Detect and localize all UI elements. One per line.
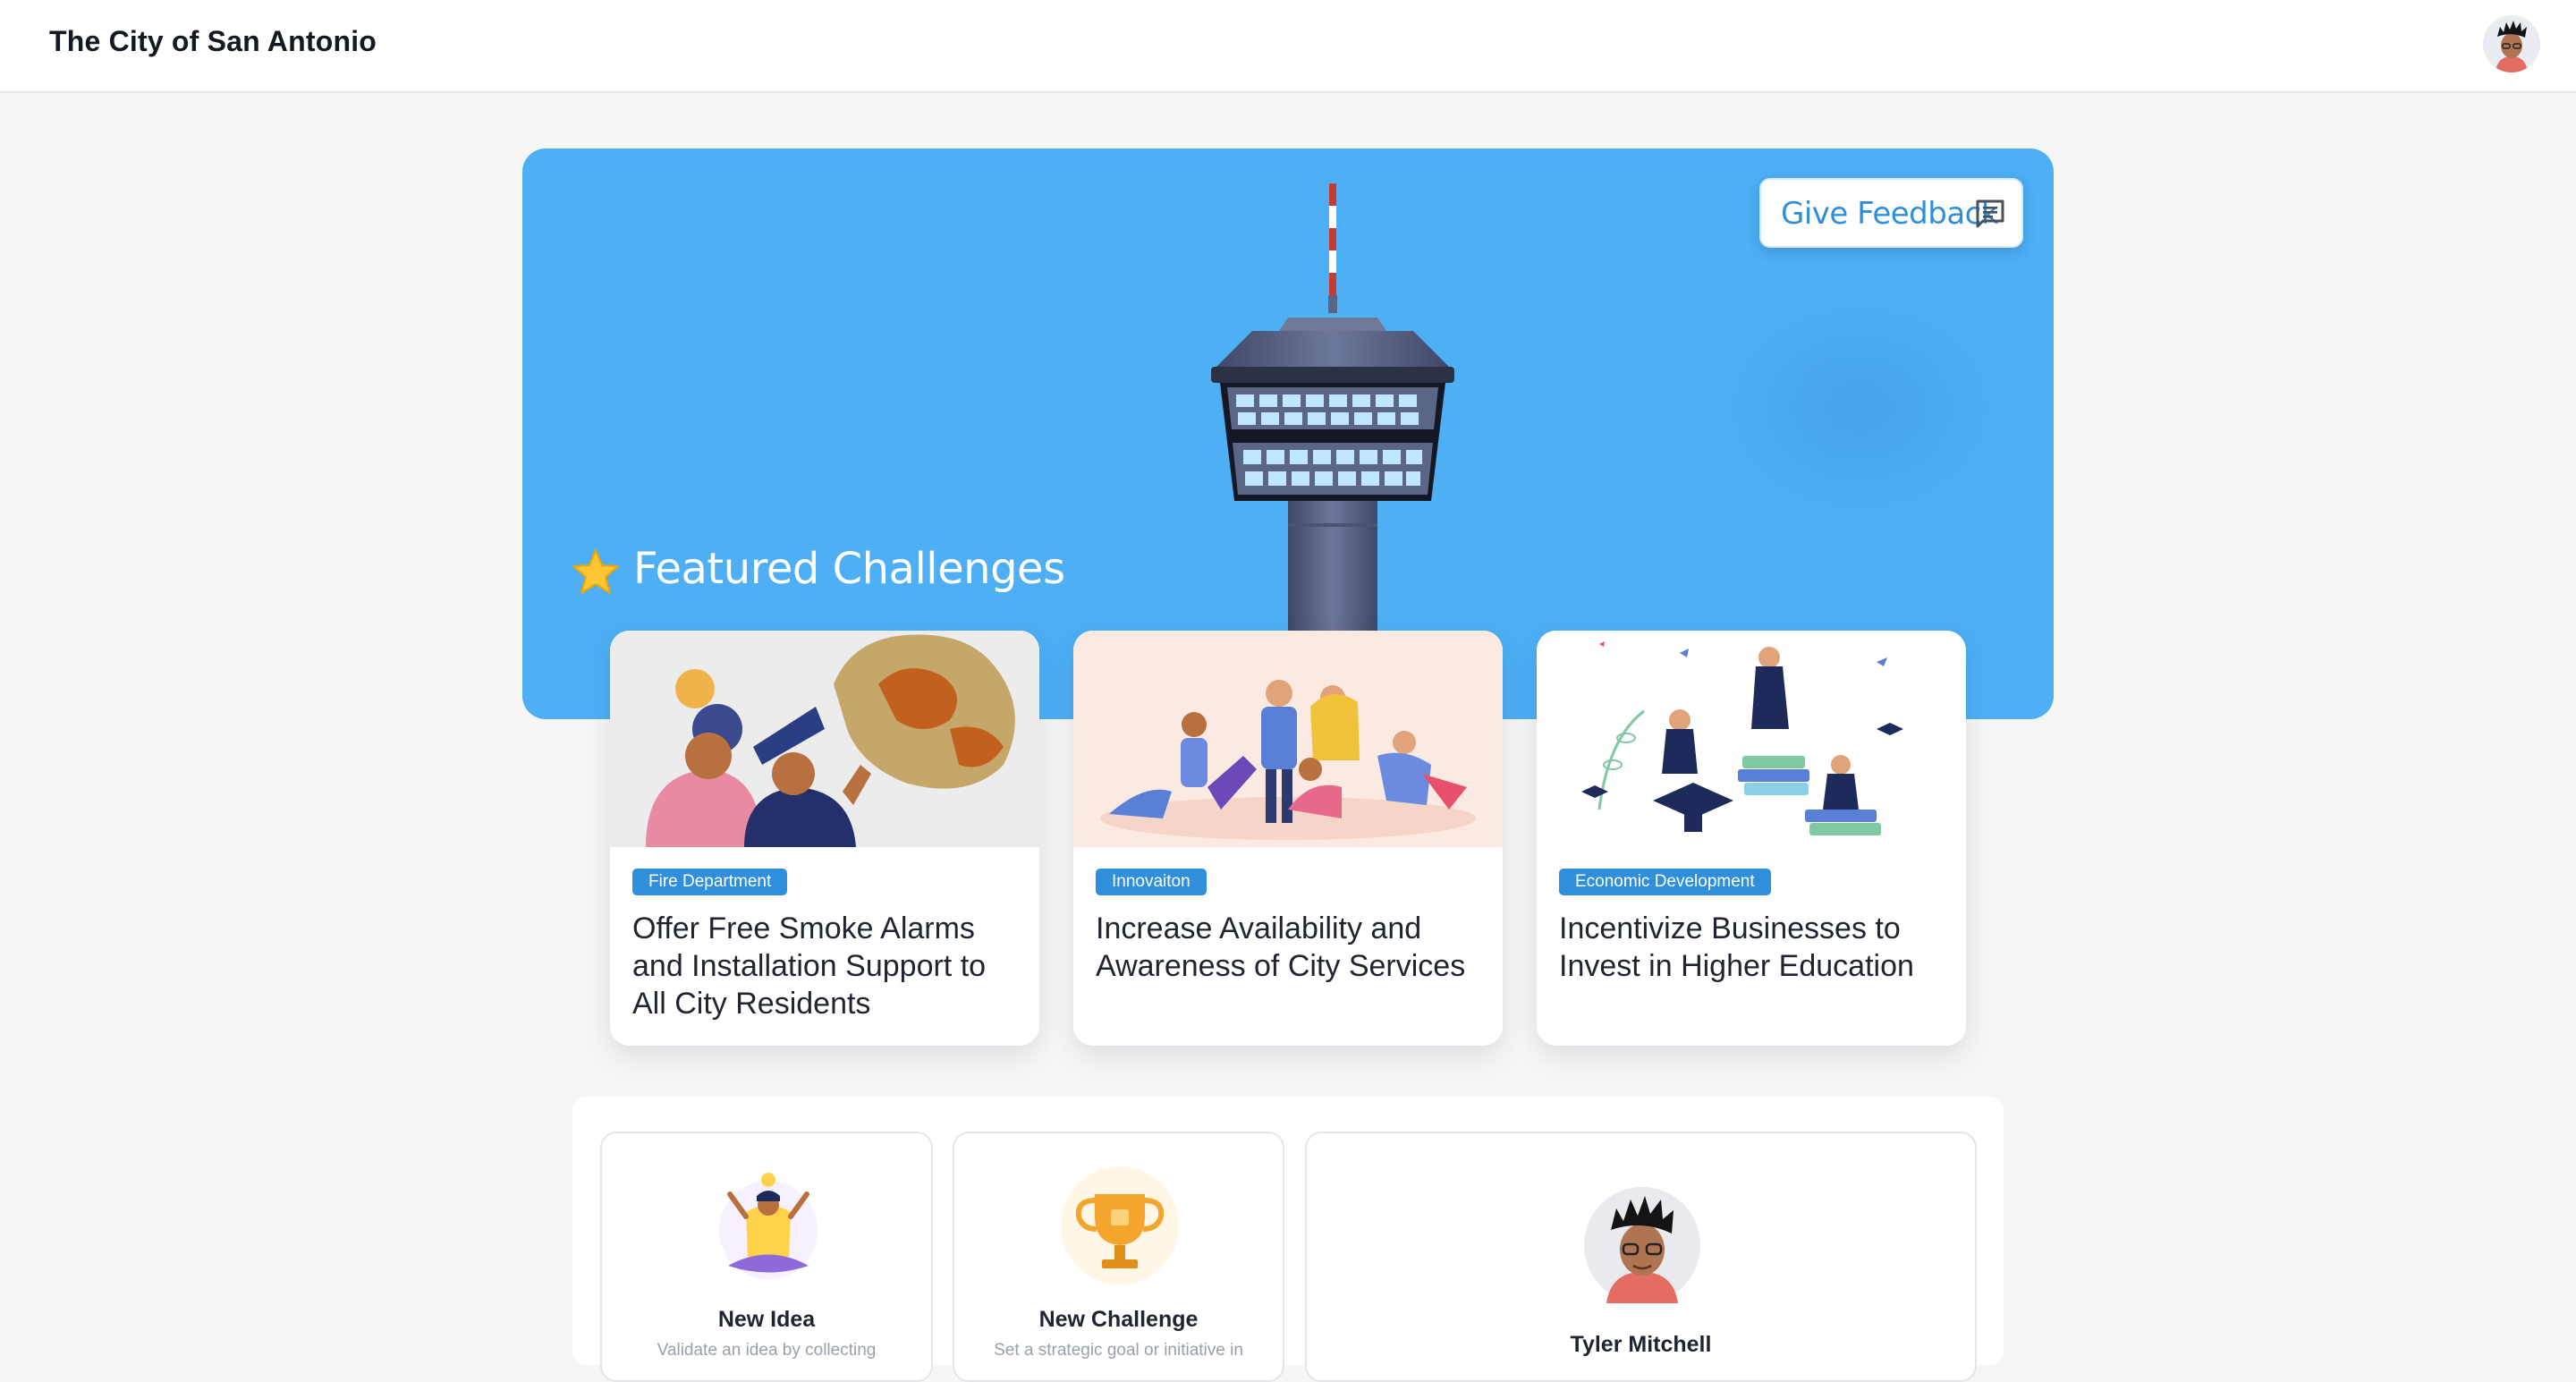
challenge-category-badge: Fire Department — [632, 869, 788, 895]
challenge-card-fire-department[interactable]: Fire Department Offer Free Smoke Alarms … — [610, 631, 1039, 1046]
star-icon — [572, 549, 619, 594]
new-idea-tile[interactable]: New Idea Validate an idea by collecting — [600, 1132, 933, 1382]
profile-name: Tyler Mitchell — [1570, 1332, 1712, 1357]
lightbulb-meditation-icon — [719, 1173, 818, 1279]
feedback-message-icon — [1976, 199, 2004, 228]
challenge-title: Offer Free Smoke Alarms and Installation… — [632, 911, 987, 1021]
challenge-title: Incentivize Businesses to Invest in High… — [1559, 911, 1914, 983]
give-feedback-button[interactable]: Give Feedback — [1759, 178, 2023, 248]
featured-challenges-heading: Featured Challenges — [633, 544, 1065, 594]
challenge-card-innovation[interactable]: Innovaiton Increase Availability and Awa… — [1073, 631, 1503, 1046]
graduation-illustration — [1537, 631, 1966, 847]
smoke-alarm-illustration — [610, 631, 1039, 847]
new-challenge-tile[interactable]: New Challenge Set a strategic goal or in… — [953, 1132, 1284, 1382]
give-feedback-label: Give Feedback — [1781, 196, 1999, 232]
new-idea-title: New Idea — [717, 1307, 816, 1332]
app-title[interactable]: The City of San Antonio — [49, 25, 377, 58]
new-challenge-description: Set a strategic goal or initiative in — [994, 1341, 1243, 1360]
hero-glow — [1712, 292, 2007, 524]
trophy-icon — [1061, 1166, 1179, 1284]
user-avatar[interactable] — [2483, 15, 2540, 72]
user-avatar-icon — [2483, 15, 2540, 72]
challenge-category-badge: Economic Development — [1559, 869, 1771, 895]
top-bar: The City of San Antonio — [0, 0, 2576, 93]
new-idea-description: Validate an idea by collecting — [657, 1341, 877, 1360]
profile-avatar — [1584, 1187, 1700, 1303]
challenge-title: Increase Availability and Awareness of C… — [1096, 911, 1466, 983]
city-services-team-illustration — [1073, 631, 1503, 847]
challenge-card-economic-development[interactable]: Economic Development Incentivize Busines… — [1537, 631, 1966, 1046]
challenge-category-badge: Innovaiton — [1096, 869, 1207, 895]
new-challenge-title: New Challenge — [1038, 1307, 1199, 1332]
profile-card[interactable]: Tyler Mitchell — [1305, 1132, 1977, 1382]
